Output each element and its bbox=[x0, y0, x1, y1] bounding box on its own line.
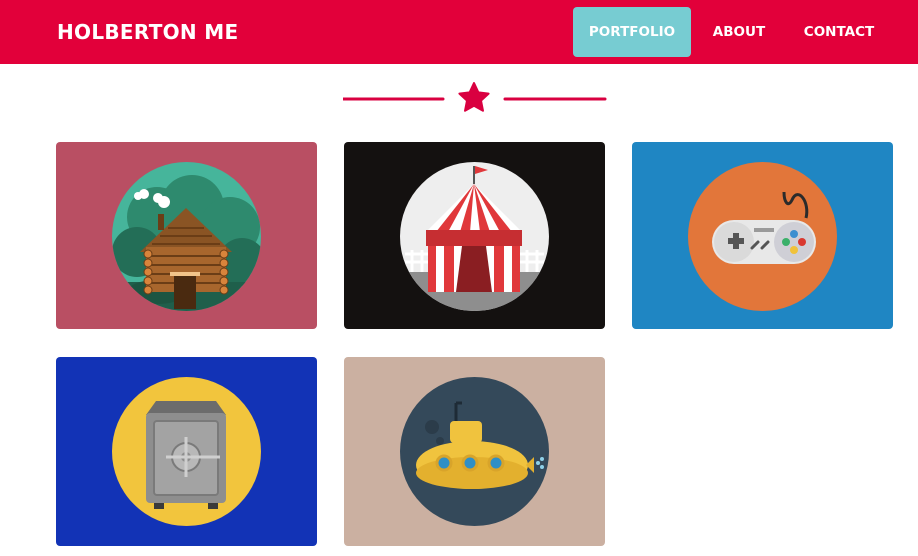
portfolio-item-submarine[interactable] bbox=[344, 357, 605, 546]
portfolio-item-circus-tent[interactable] bbox=[344, 142, 605, 329]
nav-contact[interactable]: CONTACT bbox=[789, 7, 889, 57]
nav-portfolio[interactable]: PORTFOLIO bbox=[573, 7, 691, 57]
cabin-icon bbox=[112, 162, 261, 311]
nav-about[interactable]: ABOUT bbox=[697, 7, 781, 57]
navbar: HOLBERTON ME PORTFOLIO ABOUT CONTACT bbox=[0, 0, 918, 64]
submarine-icon bbox=[400, 377, 549, 526]
portfolio-item-cabin[interactable] bbox=[56, 142, 317, 329]
brand-logo[interactable]: HOLBERTON ME bbox=[57, 19, 238, 45]
portfolio-item-game-controller[interactable] bbox=[632, 142, 893, 329]
game-controller-icon bbox=[688, 162, 837, 311]
safe-icon bbox=[112, 377, 261, 526]
circus-tent-icon bbox=[400, 162, 549, 311]
star-divider bbox=[341, 80, 607, 116]
star-icon bbox=[458, 82, 490, 112]
portfolio-item-safe[interactable] bbox=[56, 357, 317, 546]
